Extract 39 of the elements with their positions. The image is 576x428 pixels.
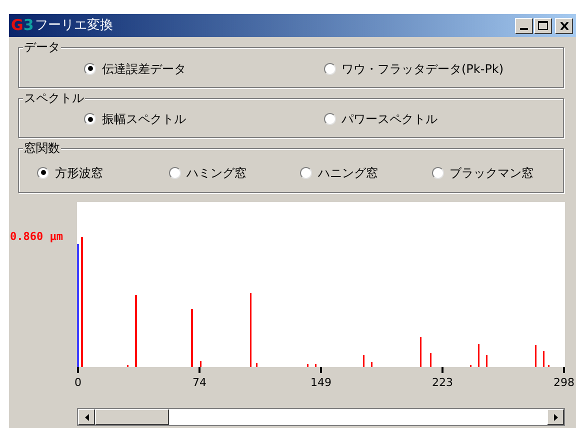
- right-arrow-icon: [554, 414, 558, 420]
- radio-button[interactable]: [84, 113, 96, 125]
- maximize-button[interactable]: [534, 18, 552, 34]
- radio-label: ハニング窓: [318, 164, 378, 182]
- window-title: フーリエ変換: [34, 19, 113, 32]
- radio-label: 方形波窓: [55, 164, 103, 182]
- group-label: スペクトル: [23, 91, 85, 105]
- close-button[interactable]: [555, 18, 573, 34]
- radio-button[interactable]: [324, 113, 336, 125]
- x-tick-label: 74: [192, 376, 206, 389]
- x-tick-label: 223: [432, 376, 453, 389]
- x-tick-label: 0: [74, 376, 82, 389]
- radio-button[interactable]: [84, 62, 96, 74]
- radio-label: 振幅スペクトル: [102, 111, 186, 128]
- radio-label: ハミング窓: [186, 164, 246, 182]
- left-arrow-icon: [84, 414, 88, 420]
- group-label: データ: [23, 40, 61, 54]
- x-tick-label: 149: [310, 376, 332, 389]
- y-max-label: 0.860 μm: [10, 229, 63, 245]
- radio-button[interactable]: [324, 62, 336, 74]
- scroll-left-button[interactable]: [78, 409, 95, 425]
- radio-label: 伝達誤差データ: [102, 60, 186, 78]
- scrollbar-thumb[interactable]: [95, 409, 169, 425]
- close-icon: [560, 22, 568, 30]
- radio-button[interactable]: [432, 166, 444, 178]
- radio-button[interactable]: [37, 166, 49, 178]
- scroll-right-button[interactable]: [547, 409, 564, 425]
- x-tick-label: 298: [554, 376, 574, 389]
- app-logo: G3: [11, 18, 34, 33]
- minimize-button[interactable]: [515, 18, 533, 34]
- group-label: 窓関数: [23, 141, 61, 155]
- maximize-icon: [538, 21, 548, 30]
- radio-button[interactable]: [300, 166, 312, 178]
- radio-label: ワウ・フラッタデータ(Pk-Pk): [342, 60, 504, 78]
- radio-label: パワースペクトル: [342, 111, 438, 128]
- horizontal-scrollbar[interactable]: [77, 408, 565, 426]
- minimize-icon: [520, 28, 528, 30]
- radio-label: ブラックマン窓: [450, 164, 534, 182]
- radio-button[interactable]: [168, 166, 180, 178]
